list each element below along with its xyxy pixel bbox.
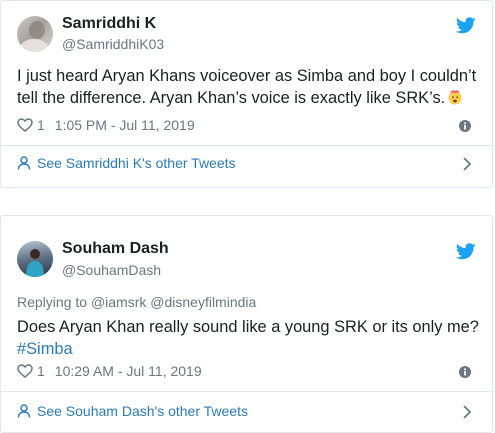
person-icon (17, 156, 31, 170)
see-other-tweets-label: See Souham Dash's other Tweets (37, 403, 248, 419)
author-name[interactable]: Samriddhi K (62, 15, 156, 33)
reply-mentions[interactable]: @iamsrk @disneyfilmindia (91, 294, 256, 310)
tweet-text: I just heard Aryan Khans voiceover as Si… (17, 65, 487, 109)
heart-icon[interactable] (17, 118, 33, 132)
avatar[interactable] (17, 241, 53, 277)
see-other-tweets-link[interactable]: See Souham Dash's other Tweets (17, 403, 248, 419)
tweet-meta: 1 10:29 AM - Jul 11, 2019 (17, 363, 202, 379)
timestamp[interactable]: 10:29 AM - Jul 11, 2019 (55, 363, 202, 379)
author-handle[interactable]: @SamriddhiK03 (62, 36, 164, 52)
info-icon[interactable] (459, 120, 471, 132)
see-other-tweets-link[interactable]: See Samriddhi K's other Tweets (17, 155, 236, 171)
avatar[interactable] (17, 16, 53, 52)
tweet-text: Does Aryan Khan really sound like a youn… (17, 316, 487, 360)
divider (1, 391, 492, 392)
chevron-right-icon[interactable] (462, 156, 472, 172)
like-count[interactable]: 1 (37, 363, 45, 379)
info-icon[interactable] (459, 366, 471, 378)
tweet-text-main: I just heard Aryan Khans voiceover as Si… (17, 67, 477, 107)
tweet-text-main: Does Aryan Khan really sound like a youn… (17, 318, 479, 336)
chevron-right-icon[interactable] (462, 404, 472, 420)
author-name[interactable]: Souham Dash (62, 240, 169, 258)
replying-to-label: Replying to (17, 294, 88, 310)
reply-context: Replying to @iamsrk @disneyfilmindia (17, 294, 256, 310)
tweet-meta: 1 1:05 PM - Jul 11, 2019 (17, 117, 195, 133)
author-handle[interactable]: @SouhamDash (62, 262, 161, 278)
timestamp[interactable]: 1:05 PM - Jul 11, 2019 (55, 117, 195, 133)
twitter-bird-icon[interactable] (456, 17, 476, 34)
twitter-bird-icon[interactable] (456, 243, 476, 260)
like-count[interactable]: 1 (37, 117, 45, 133)
divider (1, 145, 492, 146)
see-other-tweets-label: See Samriddhi K's other Tweets (37, 155, 236, 171)
hashtag-link[interactable]: #Simba (17, 338, 487, 360)
embedded-tweet-souham: Souham Dash @SouhamDash Replying to @iam… (0, 215, 493, 433)
person-icon (17, 404, 31, 418)
embedded-tweet-samriddhi: Samriddhi K @SamriddhiK03 I just heard A… (0, 0, 493, 188)
heart-icon[interactable] (17, 364, 33, 378)
exploding-head-emoji-icon (448, 90, 462, 105)
